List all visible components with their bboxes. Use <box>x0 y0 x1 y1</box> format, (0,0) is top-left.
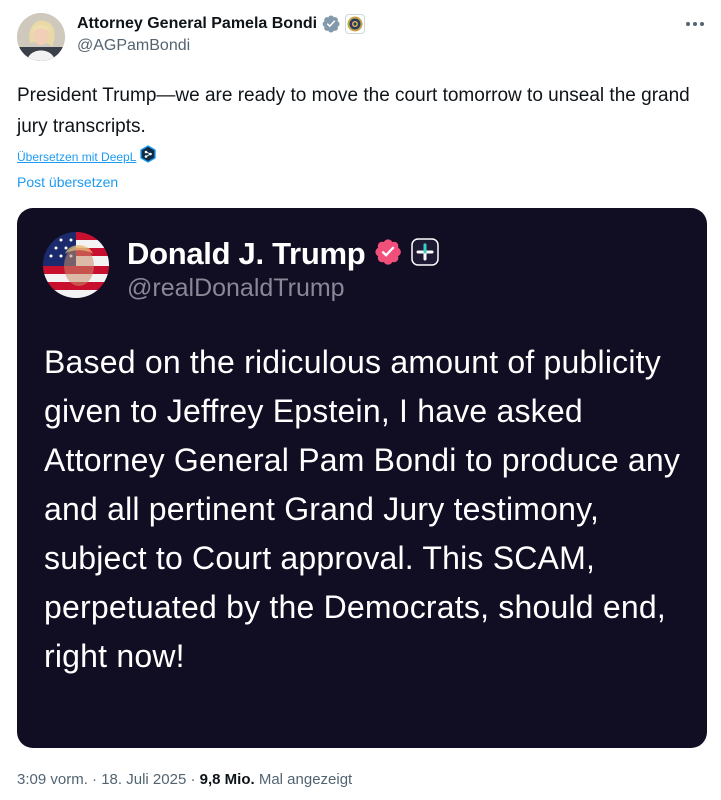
card-post-text: Based on the ridiculous amount of public… <box>44 344 681 674</box>
card-avatar <box>43 232 109 298</box>
card-verified-icon <box>373 237 403 272</box>
embedded-post-image[interactable]: Donald J. Trump @realDonaldTrump Based o… <box>17 208 707 748</box>
doj-seal-icon[interactable] <box>345 14 366 34</box>
author-name-row: Attorney General Pamela Bondi <box>77 13 366 35</box>
card-name-row: Donald J. Trump <box>127 234 440 274</box>
deepl-translate-link[interactable]: Übersetzen mit DeepL <box>17 150 136 164</box>
meta-separator: · <box>186 771 200 788</box>
card-plus-icon <box>411 237 440 271</box>
tweet-text: President Trump—we are ready to move the… <box>17 85 690 137</box>
tweet: Attorney General Pamela Bondi @AGPamBond… <box>0 0 721 800</box>
tweet-date[interactable]: 18. Juli 2025 <box>101 771 186 788</box>
post-translate-link[interactable]: Post übersetzen <box>17 174 118 190</box>
deepl-translate[interactable]: Übersetzen mit DeepL <box>17 145 157 168</box>
author-display-name[interactable]: Attorney General Pamela Bondi <box>77 15 317 33</box>
tweet-meta: 3:09 vorm. · 18. Juli 2025 · 9,8 Mio. Ma… <box>17 771 352 788</box>
deepl-logo-icon <box>140 145 157 168</box>
verified-badge-icon[interactable] <box>321 14 341 34</box>
views-count: 9,8 Mio. <box>199 771 255 788</box>
views-label: Mal angezeigt <box>258 771 353 788</box>
author-handle[interactable]: @AGPamBondi <box>77 37 190 55</box>
tweet-time[interactable]: 3:09 vorm. <box>17 771 88 788</box>
card-handle: @realDonaldTrump <box>127 274 345 302</box>
author-avatar[interactable] <box>17 13 65 61</box>
more-options-icon[interactable] <box>683 12 707 36</box>
meta-separator: · <box>87 771 102 788</box>
card-display-name: Donald J. Trump <box>127 236 366 271</box>
